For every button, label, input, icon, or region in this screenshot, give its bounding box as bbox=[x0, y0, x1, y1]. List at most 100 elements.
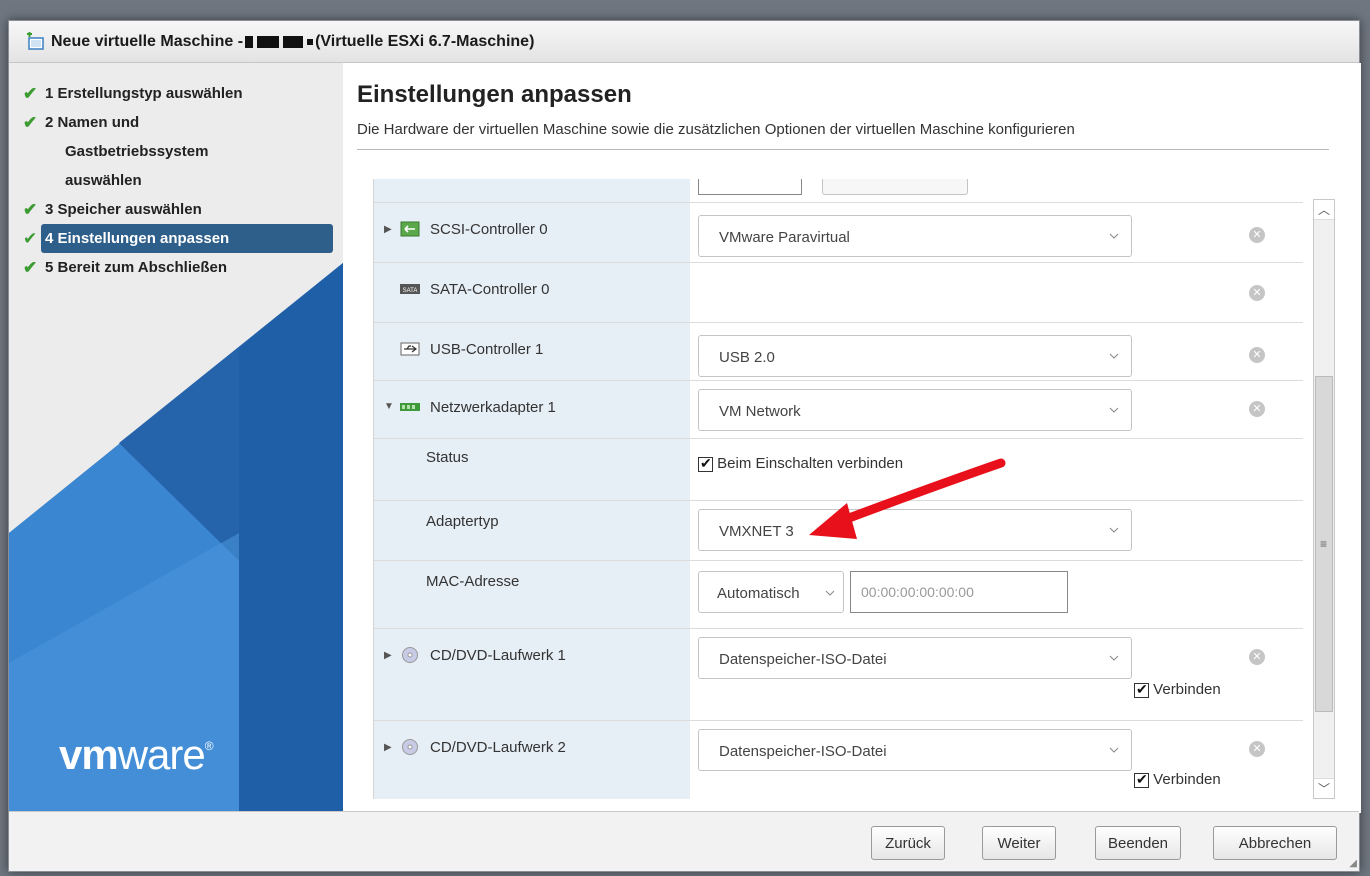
redacted-text bbox=[283, 35, 304, 48]
step-4-active[interactable]: 4 Einstellungen anpassen bbox=[41, 224, 333, 253]
checkbox-label: Beim Einschalten verbinden bbox=[717, 455, 904, 472]
select-value: Datenspeicher-ISO-Datei bbox=[719, 651, 887, 668]
mac-placeholder: 00:00:00:00:00:00 bbox=[861, 584, 974, 600]
chevron-down-icon bbox=[825, 590, 835, 596]
step-2-line-3[interactable]: auswählen bbox=[21, 166, 321, 195]
step-5[interactable]: ✔ 5 Bereit zum Abschließen bbox=[21, 253, 321, 282]
cancel-button[interactable]: Abbrechen bbox=[1213, 826, 1337, 860]
wizard-content: Einstellungen anpassen Die Hardware der … bbox=[343, 63, 1361, 813]
grip-icon: ≡ bbox=[1320, 537, 1328, 551]
status-label: Status bbox=[426, 449, 469, 466]
table-row-usb: USB-Controller 1 USB 2.0 ✕ bbox=[374, 323, 1303, 381]
partial-input[interactable] bbox=[698, 179, 802, 195]
mac-mode-select[interactable]: Automatisch bbox=[698, 571, 844, 613]
select-value: Automatisch bbox=[717, 585, 800, 602]
chevron-down-icon bbox=[1109, 527, 1119, 533]
connect-at-power-on-checkbox[interactable]: Beim Einschalten verbinden bbox=[698, 455, 903, 472]
scsi-type-select[interactable]: VMware Paravirtual bbox=[698, 215, 1132, 257]
checkbox-checked[interactable] bbox=[1134, 771, 1149, 788]
logo-light: ware bbox=[117, 731, 206, 778]
scroll-up-icon[interactable]: ︿ bbox=[1314, 200, 1334, 220]
scsi-controller-icon bbox=[400, 221, 420, 237]
table-row-adapter-type: Adaptertyp VMXNET 3 bbox=[374, 501, 1303, 561]
logo-mark: ® bbox=[204, 739, 214, 753]
step-label: 4 Einstellungen anpassen bbox=[45, 230, 230, 247]
adapter-type-label: Adaptertyp bbox=[426, 513, 499, 530]
table-row-network: ▼ Netzwerkadapter 1 VM Network ✕ bbox=[374, 381, 1303, 439]
page-subtitle: Die Hardware der virtuellen Maschine sow… bbox=[357, 121, 1075, 138]
step-label: 5 Bereit zum Abschließen bbox=[45, 259, 227, 276]
step-2-line-2[interactable]: Gastbetriebssystem bbox=[21, 137, 321, 166]
remove-icon[interactable]: ✕ bbox=[1249, 285, 1265, 301]
step-3[interactable]: ✔ 3 Speicher auswählen bbox=[21, 195, 321, 224]
checkbox-checked[interactable] bbox=[698, 455, 713, 472]
cd2-connect-checkbox[interactable]: Verbinden bbox=[1134, 771, 1221, 788]
cd1-source-select[interactable]: Datenspeicher-ISO-Datei bbox=[698, 637, 1132, 679]
device-label: CD/DVD-Laufwerk 2 bbox=[430, 739, 566, 756]
finish-button[interactable]: Beenden bbox=[1095, 826, 1181, 860]
select-value: VMXNET 3 bbox=[719, 523, 794, 540]
expand-arrow-icon[interactable]: ▶ bbox=[384, 742, 392, 753]
usb-type-select[interactable]: USB 2.0 bbox=[698, 335, 1132, 377]
select-value: VMware Paravirtual bbox=[719, 229, 850, 246]
table-row-sata: SATA SATA-Controller 0 ✕ bbox=[374, 263, 1303, 323]
new-vm-icon bbox=[27, 31, 44, 50]
checkmark-icon: ✔ bbox=[23, 113, 38, 132]
resize-grip-icon[interactable]: ◢ bbox=[1349, 858, 1357, 869]
remove-icon[interactable]: ✕ bbox=[1249, 227, 1265, 243]
vmware-logo: vmware® bbox=[59, 731, 214, 779]
remove-icon[interactable]: ✕ bbox=[1249, 649, 1265, 665]
select-value: VM Network bbox=[719, 403, 801, 420]
step-label: 1 Erstellungstyp auswählen bbox=[45, 85, 243, 102]
svg-text:SATA: SATA bbox=[403, 288, 418, 294]
checkmark-icon: ✔ bbox=[23, 258, 38, 277]
step-label: Gastbetriebssystem bbox=[65, 143, 209, 160]
expand-arrow-icon[interactable]: ▶ bbox=[384, 650, 392, 661]
device-label: Netzwerkadapter 1 bbox=[430, 399, 556, 416]
step-label: 2 Namen und bbox=[45, 114, 140, 131]
chevron-down-icon bbox=[1109, 655, 1119, 661]
usb-controller-icon bbox=[400, 342, 420, 356]
mac-address-input[interactable]: 00:00:00:00:00:00 bbox=[850, 571, 1068, 613]
dialog-title-suffix: (Virtuelle ESXi 6.7-Maschine) bbox=[315, 32, 535, 50]
collapse-arrow-icon[interactable]: ▼ bbox=[384, 401, 394, 412]
checkbox-label: Verbinden bbox=[1153, 681, 1221, 698]
step-1[interactable]: ✔ 1 Erstellungstyp auswählen bbox=[21, 79, 321, 108]
remove-icon[interactable]: ✕ bbox=[1249, 347, 1265, 363]
chevron-down-icon bbox=[1109, 407, 1119, 413]
scroll-thumb[interactable]: ≡ bbox=[1315, 376, 1333, 712]
cd1-connect-checkbox[interactable]: Verbinden bbox=[1134, 681, 1221, 698]
table-row-status: Status Beim Einschalten verbinden bbox=[374, 439, 1303, 501]
table-row-mac: MAC-Adresse Automatisch 00:00:00:00:00:0… bbox=[374, 561, 1303, 629]
dialog-titlebar: Neue virtuelle Maschine - (Virtuelle ESX… bbox=[9, 21, 1359, 63]
cd2-source-select[interactable]: Datenspeicher-ISO-Datei bbox=[698, 729, 1132, 771]
wizard-steps: ✔ 1 Erstellungstyp auswählen ✔ 2 Namen u… bbox=[21, 79, 333, 282]
back-button[interactable]: Zurück bbox=[871, 826, 945, 860]
logo-bold: vm bbox=[59, 731, 119, 778]
checkbox-checked[interactable] bbox=[1134, 681, 1149, 698]
table-row-scsi: ▶ SCSI-Controller 0 VMware Paravirtual ✕ bbox=[374, 203, 1303, 263]
step-2[interactable]: ✔ 2 Namen und bbox=[21, 108, 321, 137]
page-title: Einstellungen anpassen bbox=[357, 81, 632, 108]
sata-controller-icon: SATA bbox=[400, 284, 420, 294]
redacted-text bbox=[307, 38, 314, 45]
dialog-footer: Zurück Weiter Beenden Abbrechen ◢ bbox=[9, 811, 1359, 871]
adapter-type-select[interactable]: VMXNET 3 bbox=[698, 509, 1132, 551]
redacted-text bbox=[245, 35, 254, 48]
vertical-scrollbar[interactable]: ︿ ≡ ﹀ bbox=[1313, 199, 1335, 799]
step-label: 3 Speicher auswählen bbox=[45, 201, 202, 218]
expand-arrow-icon[interactable]: ▶ bbox=[384, 224, 392, 235]
dialog-title-prefix: Neue virtuelle Maschine - bbox=[51, 32, 244, 50]
remove-icon[interactable]: ✕ bbox=[1249, 741, 1265, 757]
device-label: USB-Controller 1 bbox=[430, 341, 544, 358]
hardware-table: ▶ SCSI-Controller 0 VMware Paravirtual ✕ bbox=[373, 179, 1303, 799]
network-select[interactable]: VM Network bbox=[698, 389, 1132, 431]
table-row-partial bbox=[374, 179, 1303, 203]
remove-icon[interactable]: ✕ bbox=[1249, 401, 1265, 417]
partial-select[interactable] bbox=[822, 179, 968, 195]
device-label: SATA-Controller 0 bbox=[430, 281, 550, 298]
scroll-down-icon[interactable]: ﹀ bbox=[1314, 778, 1334, 798]
next-button[interactable]: Weiter bbox=[982, 826, 1056, 860]
redacted-text bbox=[257, 35, 280, 48]
step-label: auswählen bbox=[65, 172, 142, 189]
